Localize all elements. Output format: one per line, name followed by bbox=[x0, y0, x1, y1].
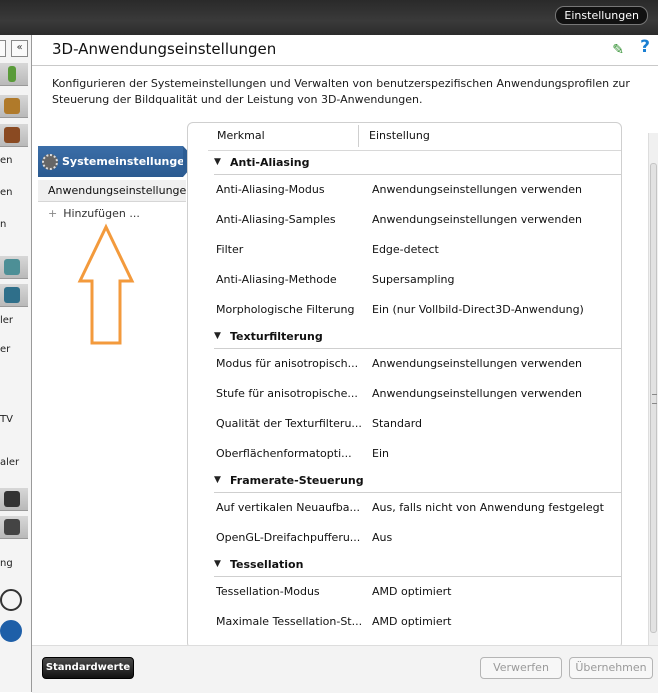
setting-cell[interactable]: Ein bbox=[372, 439, 389, 469]
main-panel: 3D-Anwendungseinstellungen ✎ ? Konfiguri… bbox=[32, 35, 658, 693]
table-row[interactable]: Oberflächenformatopti... Ein bbox=[188, 439, 621, 469]
column-header-setting[interactable]: Einstellung bbox=[369, 123, 430, 149]
setting-cell[interactable]: Aus bbox=[372, 523, 392, 553]
discard-button[interactable]: Verwerfen bbox=[480, 657, 562, 679]
setting-cell[interactable]: Anwendungseinstellungen verwenden bbox=[372, 379, 582, 409]
table-row[interactable]: Auf vertikalen Neuaufba... Aus, falls nic… bbox=[188, 493, 621, 523]
scrollbar-thumb[interactable] bbox=[650, 163, 657, 633]
page-description: Konfigurieren der Systemeinstellungen un… bbox=[52, 77, 630, 106]
nav-add[interactable]: + Hinzufügen ... bbox=[38, 203, 186, 225]
table-row[interactable]: Modus für anisotropisch... Anwendungseins… bbox=[188, 349, 621, 379]
table-rows: ▼ Anti-Aliasing Anti-Aliasing-Modus Anwendu… bbox=[188, 151, 621, 637]
help-icon[interactable]: ? bbox=[640, 37, 650, 57]
nav-system-settings-label: Systemeinstellungen bbox=[62, 155, 193, 168]
chevron-down-icon[interactable]: ▼ bbox=[214, 325, 221, 348]
feature-cell: Oberflächenformatopti... bbox=[216, 447, 352, 460]
nav-label-1[interactable]: en bbox=[0, 155, 13, 166]
table-row[interactable]: Morphologische Filterung Ein (nur Vollbil… bbox=[188, 295, 621, 325]
table-row[interactable]: Anti-Aliasing-Modus Anwendungseinstellung… bbox=[188, 175, 621, 205]
nav-box-left[interactable] bbox=[0, 40, 6, 57]
top-bar: Einstellungen bbox=[0, 0, 658, 35]
bottom-bar: Standardwerte Verwerfen Übernehmen bbox=[32, 645, 658, 693]
section-title: Framerate-Steuerung bbox=[230, 474, 364, 487]
setting-cell[interactable]: Anwendungseinstellungen verwenden bbox=[372, 349, 582, 379]
nav-label-5[interactable]: er bbox=[0, 344, 10, 355]
settings-table: Merkmal Einstellung ▼ Anti-Aliasing Anti-A… bbox=[187, 122, 622, 649]
setting-cell[interactable]: Anwendungseinstellungen verwenden bbox=[372, 175, 582, 205]
pin-icon[interactable]: ✎ bbox=[612, 42, 624, 58]
section-header[interactable]: ▼ Framerate-Steuerung bbox=[214, 469, 621, 493]
setting-cell[interactable]: Anwendungseinstellungen verwenden bbox=[372, 205, 582, 235]
nav-label-8[interactable]: ng bbox=[0, 558, 13, 569]
scroll-grip-icon bbox=[652, 394, 657, 404]
chevron-down-icon[interactable]: ▼ bbox=[214, 553, 221, 576]
setting-cell[interactable]: AMD optimiert bbox=[372, 607, 451, 637]
feature-cell: Morphologische Filterung bbox=[216, 303, 355, 316]
section-title: Anti-Aliasing bbox=[230, 156, 310, 169]
collapse-icon[interactable]: « bbox=[11, 40, 28, 57]
vertical-scrollbar[interactable] bbox=[648, 133, 658, 648]
left-nav-strip: « en en n ler er TV aler ng bbox=[0, 35, 32, 692]
table-row[interactable]: OpenGL-Dreifachpufferu... Aus bbox=[188, 523, 621, 553]
table-row[interactable]: Stufe für anisotropische... Anwendungsein… bbox=[188, 379, 621, 409]
feature-cell: Modus für anisotropisch... bbox=[216, 357, 359, 370]
feature-cell: Auf vertikalen Neuaufba... bbox=[216, 501, 361, 514]
nav-label-6[interactable]: TV bbox=[0, 414, 13, 425]
nav-add-label: Hinzufügen ... bbox=[63, 207, 140, 220]
section-header[interactable]: ▼ Anti-Aliasing bbox=[214, 151, 621, 175]
feature-cell: Anti-Aliasing-Modus bbox=[216, 183, 325, 196]
setting-cell[interactable]: AMD optimiert bbox=[372, 577, 451, 607]
section-title: Texturfilterung bbox=[230, 330, 323, 343]
page-title: 3D-Anwendungseinstellungen bbox=[52, 40, 277, 58]
section-header[interactable]: ▼ Texturfilterung bbox=[214, 325, 621, 349]
nav-label-2[interactable]: en bbox=[0, 187, 13, 198]
feature-cell: Maximale Tessellation-St... bbox=[216, 615, 361, 628]
nav-label-3[interactable]: n bbox=[0, 219, 6, 230]
title-divider bbox=[32, 65, 658, 66]
nav-system-settings[interactable]: Systemeinstellungen bbox=[38, 146, 197, 177]
connector-nav-icon[interactable] bbox=[0, 256, 28, 279]
table-row[interactable]: Qualität der Texturfilteru... Standard bbox=[188, 409, 621, 439]
setting-cell[interactable]: Ein (nur Vollbild-Direct3D-Anwendung) bbox=[372, 295, 584, 325]
column-header-feature[interactable]: Merkmal bbox=[217, 123, 265, 149]
monitor-nav-icon[interactable] bbox=[0, 284, 28, 307]
feature-cell: Qualität der Texturfilteru... bbox=[216, 417, 361, 430]
setting-cell[interactable]: Aus, falls nicht von Anwendung festgeleg… bbox=[372, 493, 604, 523]
nav-label-7[interactable]: aler bbox=[0, 457, 19, 468]
plus-icon: + bbox=[48, 207, 58, 220]
video-nav-icon[interactable] bbox=[0, 124, 28, 147]
chevron-down-icon[interactable]: ▼ bbox=[214, 151, 221, 174]
table-row[interactable]: Anti-Aliasing-Samples Anwendungseinstellu… bbox=[188, 205, 621, 235]
feature-cell: Stufe für anisotropische... bbox=[216, 387, 358, 400]
display-nav-icon[interactable] bbox=[0, 95, 28, 118]
gear-icon bbox=[42, 154, 58, 170]
section-title: Tessellation bbox=[230, 558, 304, 571]
setting-cell[interactable]: Supersampling bbox=[372, 265, 454, 295]
table-row[interactable]: Filter Edge-detect bbox=[188, 235, 621, 265]
defaults-button[interactable]: Standardwerte bbox=[42, 657, 134, 679]
nav-application-settings[interactable]: Anwendungseinstellungen bbox=[38, 180, 193, 202]
setting-cell[interactable]: Edge-detect bbox=[372, 235, 439, 265]
gamepad-nav-icon[interactable] bbox=[0, 516, 28, 539]
nav-label-4[interactable]: ler bbox=[0, 315, 13, 326]
apply-button[interactable]: Übernehmen bbox=[569, 657, 653, 679]
header-separator bbox=[358, 125, 359, 147]
feature-cell: Anti-Aliasing-Samples bbox=[216, 213, 336, 226]
camera-nav-icon[interactable] bbox=[0, 488, 28, 511]
orange-arrow-annotation bbox=[77, 223, 135, 345]
gauge-icon[interactable] bbox=[0, 589, 22, 611]
feature-cell: OpenGL-Dreifachpufferu... bbox=[216, 531, 361, 544]
table-row[interactable]: Anti-Aliasing-Methode Supersampling bbox=[188, 265, 621, 295]
feature-cell: Anti-Aliasing-Methode bbox=[216, 273, 337, 286]
table-row[interactable]: Maximale Tessellation-St... AMD optimiert bbox=[188, 607, 621, 637]
section-header[interactable]: ▼ Tessellation bbox=[214, 553, 621, 577]
feature-cell: Filter bbox=[216, 243, 244, 256]
chevron-down-icon[interactable]: ▼ bbox=[214, 469, 221, 492]
table-row[interactable]: Tessellation-Modus AMD optimiert bbox=[188, 577, 621, 607]
setting-cell[interactable]: Standard bbox=[372, 409, 422, 439]
feature-cell: Tessellation-Modus bbox=[216, 585, 320, 598]
settings-button[interactable]: Einstellungen bbox=[555, 6, 648, 25]
info-icon[interactable] bbox=[0, 620, 22, 642]
pin-nav-icon[interactable] bbox=[0, 63, 28, 86]
